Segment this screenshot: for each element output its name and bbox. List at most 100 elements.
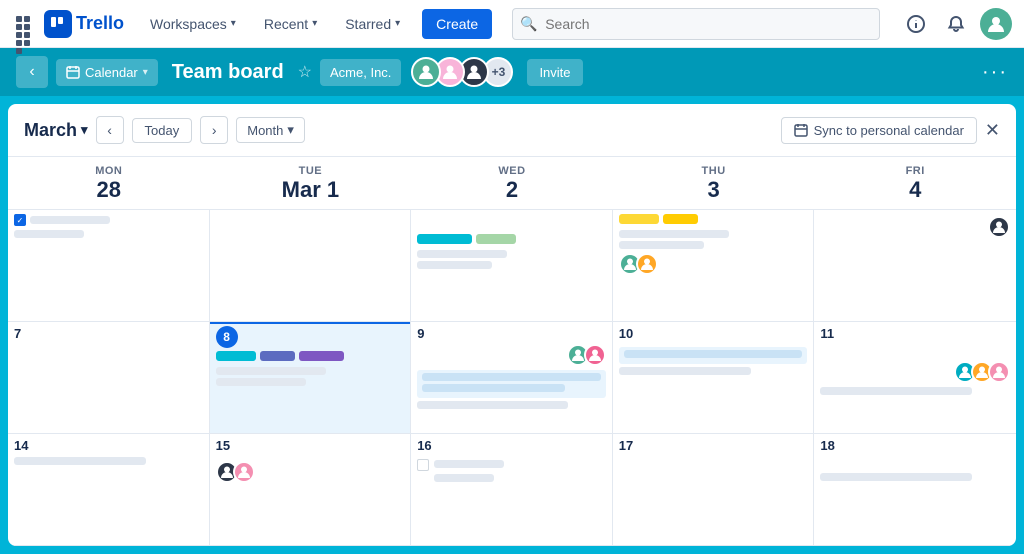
card-placeholder [417,401,568,409]
card-placeholder [14,457,146,465]
workspace-button[interactable]: Acme, Inc. [320,59,401,86]
card-placeholder [14,230,84,238]
chevron-down-icon: ▾ [287,122,294,138]
chevron-down-icon: ▾ [81,122,88,138]
day-cell-15[interactable]: 15 [210,434,412,545]
card-text [30,216,110,224]
card-placeholder [820,473,972,481]
create-button[interactable]: Create [422,9,492,39]
more-button[interactable]: ··· [982,61,1008,84]
card-placeholder [422,384,565,392]
trello-name: Trello [76,13,124,34]
chevron-down-icon: ▾ [312,18,317,29]
search-icon: 🔍 [520,15,537,32]
yellow-card-bar [619,214,659,224]
chevron-down-icon: ▾ [395,18,400,29]
day-cell-3[interactable] [613,210,815,321]
spanning-card[interactable] [417,370,606,398]
close-calendar-button[interactable]: ✕ [985,120,1000,141]
card-placeholder [434,460,504,468]
calendar-view-btn[interactable]: Calendar ▾ [56,59,158,86]
card-placeholder [619,230,729,238]
today-button[interactable]: Today [132,118,193,143]
card-placeholder [619,367,751,375]
avatars-row [417,344,606,366]
card-placeholder [434,474,494,482]
mini-avatar-15-2 [233,461,255,483]
chevron-down-icon: ▾ [231,18,236,29]
empty-checkbox [417,459,429,471]
week-row-2: 7 8 9 [8,322,1016,434]
day-header-thu: Thu 3 [613,157,815,209]
day-number: 18 [820,438,1010,453]
day-cell-17[interactable]: 17 [613,434,815,545]
week-rows: 7 8 9 [8,210,1016,546]
mini-avatar-fri [988,216,1010,238]
card-placeholder [820,387,972,395]
member-avatar-1[interactable] [411,57,441,87]
starred-btn[interactable]: Starred ▾ [335,10,410,38]
card-with-checkbox [417,459,606,471]
day-number: 17 [619,438,808,453]
day-cell-28[interactable] [8,210,210,321]
next-month-button[interactable]: › [200,116,228,144]
recent-btn[interactable]: Recent ▾ [254,10,327,38]
day-cell-10[interactable]: 10 [613,322,815,433]
day-cell-2[interactable] [411,210,613,321]
top-nav: Trello Workspaces ▾ Recent ▾ Starred ▾ C… [0,0,1024,48]
card-placeholder [216,367,326,375]
orange-card-bar [663,214,698,224]
mini-avatar-11-3 [988,361,1010,383]
month-view-btn[interactable]: Month ▾ [236,117,305,143]
day-cell-18[interactable]: 18 [814,434,1016,545]
day-cell-16[interactable]: 16 [411,434,613,545]
card-placeholder [619,241,704,249]
search-input[interactable] [512,8,880,40]
week-row-1 [8,210,1016,322]
board-nav: ‹ Calendar ▾ Team board ☆ Acme, Inc. [0,48,1024,96]
board-title: Team board [172,61,284,84]
info-button[interactable] [900,8,932,40]
day-number: 11 [820,326,1010,341]
day-header-fri: Fri 4 [814,157,1016,209]
day-number: 9 [417,326,606,341]
grid-icon[interactable] [12,12,36,36]
month-title[interactable]: March ▾ [24,120,88,141]
day-cell-8[interactable]: 8 [210,322,412,433]
cal-header-right: Sync to personal calendar ✕ [781,117,1000,144]
green-card-bar [476,234,516,244]
spanning-card-10[interactable] [619,347,808,364]
day-cell-9[interactable]: 9 [411,322,613,433]
star-button[interactable]: ☆ [298,62,312,82]
day-number: 15 [216,438,405,453]
invite-button[interactable]: Invite [527,59,582,86]
today-line [210,322,411,324]
card-row [417,234,606,247]
sidebar-toggle[interactable]: ‹ [16,56,48,88]
avatars-row [820,216,1010,238]
day-cell-7[interactable]: 7 [8,322,210,433]
calendar-area: March ▾ ‹ Today › Month ▾ Sync to person… [8,104,1016,546]
sync-calendar-button[interactable]: Sync to personal calendar [781,117,977,144]
card-placeholder [422,373,601,381]
day-cell-14[interactable]: 14 [8,434,210,545]
purple-card-bar [260,351,295,361]
day-number: 8 [216,326,405,348]
day-headers: Mon 28 Tue Mar 1 Wed 2 Thu 3 Fri 4 [8,157,1016,210]
week-row-3: 14 15 16 [8,434,1016,546]
avatars-row [820,361,1010,383]
day-cell-mar1[interactable] [210,210,412,321]
bell-button[interactable] [940,8,972,40]
prev-month-button[interactable]: ‹ [96,116,124,144]
workspaces-btn[interactable]: Workspaces ▾ [140,10,246,38]
violet-card-bar [299,351,344,361]
user-avatar[interactable] [980,8,1012,40]
trello-logo: Trello [44,10,124,38]
day-cell-4[interactable] [814,210,1016,321]
calendar-header: March ▾ ‹ Today › Month ▾ Sync to person… [8,104,1016,157]
mini-avatar-2 [636,253,658,275]
day-cell-11[interactable]: 11 [814,322,1016,433]
day-header-wed: Wed 2 [411,157,613,209]
day-number: 14 [14,438,203,453]
card-placeholder [417,250,507,258]
